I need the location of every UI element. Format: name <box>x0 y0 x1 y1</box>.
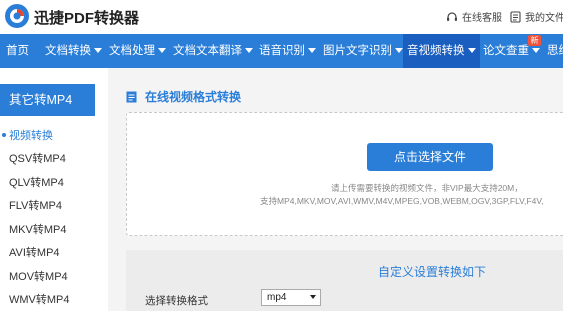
chevron-down-icon <box>310 295 316 299</box>
upload-hint-formats: 支持MP4,MKV,MOV,AVI,WMV,M4V,MPEG,VOB,WEBM,… <box>260 196 544 206</box>
sidebar-item-avi[interactable]: AVI转MP4 <box>9 244 60 260</box>
nav-paper-check-label: 论文查重 <box>483 45 529 57</box>
top-header: 迅捷PDF转换器 在线客服 我的文件 <box>0 0 563 34</box>
customer-service-label: 在线客服 <box>462 13 502 24</box>
caret-down-icon <box>532 48 540 54</box>
nav-doc-translate-label: 文档文本翻译 <box>173 45 242 57</box>
active-bullet-icon <box>2 133 6 137</box>
nav-mindmap[interactable]: 思维 <box>547 34 563 68</box>
app-logo-icon[interactable] <box>4 3 30 29</box>
nav-doc-process-label: 文档处理 <box>109 45 155 57</box>
sidebar-title[interactable]: 其它转MP4 <box>0 84 95 116</box>
settings-title: 自定义设置转换如下 <box>378 265 487 279</box>
caret-down-icon <box>395 48 403 54</box>
nav-av-convert[interactable]: 音视频转换 <box>403 34 480 68</box>
nav-doc-process[interactable]: 文档处理 <box>109 34 166 68</box>
nav-av-convert-label: 音视频转换 <box>407 45 465 57</box>
document-icon <box>126 91 137 102</box>
sidebar-item-qlv[interactable]: QLV转MP4 <box>9 174 64 190</box>
headset-icon <box>447 11 457 21</box>
conversion-settings: 自定义设置转换如下 选择转换格式 mp4 <box>126 250 563 311</box>
page: 迅捷PDF转换器 在线客服 我的文件 首页 文档转换 文档处理 文档文本翻译 语… <box>0 0 563 311</box>
select-file-button[interactable]: 点击选择文件 <box>367 143 493 171</box>
document-icon <box>510 10 521 23</box>
main-content: 在线视频格式转换 点击选择文件 请上传需要转换的视频文件，非VIP最大支持20M… <box>108 68 563 311</box>
format-label: 选择转换格式 <box>145 295 208 307</box>
sidebar-item-mov[interactable]: MOV转MP4 <box>9 268 68 284</box>
new-badge: 新 <box>528 35 541 46</box>
nav-image-ocr[interactable]: 图片文字识别 <box>323 34 403 68</box>
nav-doc-translate[interactable]: 文档文本翻译 <box>173 34 253 68</box>
customer-service-link[interactable]: 在线客服 <box>446 9 502 24</box>
sidebar-item-mkv[interactable]: MKV转MP4 <box>9 221 66 237</box>
nav-doc-convert[interactable]: 文档转换 <box>45 34 102 68</box>
nav-speech-recognition-label: 语音识别 <box>259 45 305 57</box>
sidebar-item-flv[interactable]: FLV转MP4 <box>9 197 62 213</box>
nav-home[interactable]: 首页 <box>6 34 29 68</box>
sidebar-item-wmv[interactable]: WMV转MP4 <box>9 291 70 307</box>
section-title-text: 在线视频格式转换 <box>145 90 242 104</box>
upload-dropzone[interactable]: 点击选择文件 请上传需要转换的视频文件，非VIP最大支持20M， 支持MP4,M… <box>126 112 563 236</box>
nav-home-label: 首页 <box>6 45 29 57</box>
main-nav: 首页 文档转换 文档处理 文档文本翻译 语音识别 图片文字识别 音视频转换 论文… <box>0 34 563 68</box>
caret-down-icon <box>94 48 102 54</box>
caret-down-icon <box>245 48 253 54</box>
nav-image-ocr-label: 图片文字识别 <box>323 45 392 57</box>
caret-down-icon <box>467 48 476 54</box>
brand-name[interactable]: 迅捷PDF转换器 <box>34 7 139 28</box>
sidebar-item-qsv[interactable]: QSV转MP4 <box>9 150 66 166</box>
sidebar-item-video-convert[interactable]: 视频转换 <box>9 127 53 143</box>
format-select[interactable]: mp4 <box>261 289 321 306</box>
caret-down-icon <box>308 48 316 54</box>
my-files-label: 我的文件 <box>525 13 563 24</box>
upload-hint-size: 请上传需要转换的视频文件，非VIP最大支持20M， <box>331 183 523 193</box>
format-select-value: mp4 <box>267 292 287 303</box>
caret-down-icon <box>158 48 166 54</box>
nav-doc-convert-label: 文档转换 <box>45 45 91 57</box>
nav-mindmap-label: 思维 <box>547 45 563 57</box>
section-title: 在线视频格式转换 <box>126 88 241 105</box>
nav-speech-recognition[interactable]: 语音识别 <box>259 34 316 68</box>
my-files-link[interactable]: 我的文件 <box>510 9 563 24</box>
